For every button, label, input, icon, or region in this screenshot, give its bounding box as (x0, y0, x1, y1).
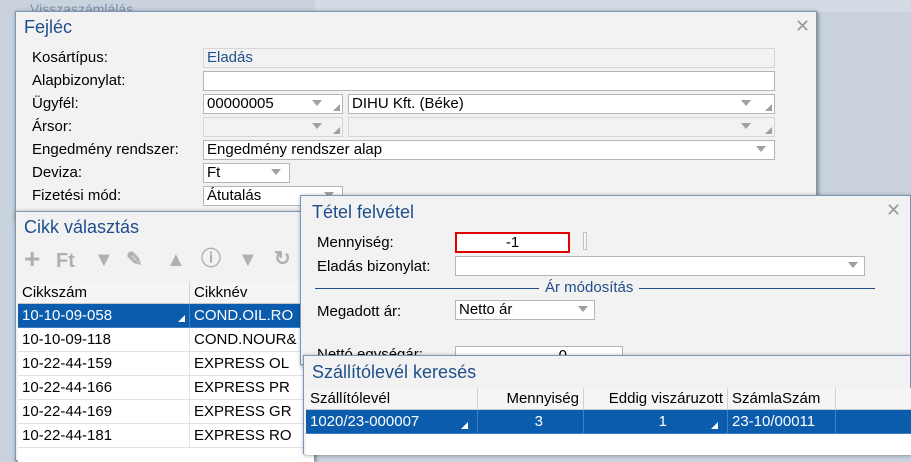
arsor-label: Ársor: (32, 118, 73, 135)
szamlaszam-cell: 23-10/00011 (728, 410, 836, 434)
chevron-down-icon[interactable] (848, 262, 858, 268)
filter-list-icon[interactable]: ▼ (94, 250, 114, 270)
cikkszam-cell: 10-10-09-118 (18, 328, 190, 352)
cikknev-cell: COND.OIL.RO (190, 304, 314, 328)
table-row[interactable]: 10-22-44-181 EXPRESS RO (18, 424, 314, 448)
filter-icon[interactable]: ▼ (238, 250, 258, 270)
column-header-extra[interactable] (836, 388, 911, 410)
table-row[interactable]: 10-10-09-058 COND.OIL.RO (18, 304, 314, 328)
arsor-code-field[interactable] (203, 117, 343, 137)
table-row[interactable]: 10-22-44-166 EXPRESS PR (18, 376, 314, 400)
cikknev-cell: COND.NOUR& (190, 328, 314, 352)
chevron-down-icon[interactable] (741, 100, 751, 106)
resize-grip-icon (333, 104, 340, 111)
szallito-panel: Szállítólevél keresés Szállítólevél Menn… (303, 355, 911, 455)
mennyiseg-cell: 3 (478, 410, 584, 434)
resize-grip-icon (461, 422, 468, 429)
cikkszam-cell: 10-22-44-159 (18, 352, 190, 376)
column-header-szamlaszam[interactable]: SzámlaSzám (728, 388, 836, 410)
resize-grip-icon (765, 104, 772, 111)
cikk-table: Cikkszám Cikknév 10-10-09-058 COND.OIL.R… (18, 282, 314, 462)
ugyfel-label: Ügyfél: (32, 95, 79, 112)
spin-handle[interactable] (583, 232, 587, 250)
arsor-name-field[interactable] (348, 117, 775, 137)
resize-grip-icon (178, 315, 185, 322)
cikk-panel: Cikk választás + Ft ▼ ✎ ▲ ⓘ ▼ ↻ Cikkszám… (15, 211, 315, 462)
eddig-viszaruzott-cell: 1 (584, 410, 728, 434)
chevron-down-icon[interactable] (312, 100, 322, 106)
chevron-down-icon[interactable] (741, 123, 751, 129)
fejlec-panel: Fejléc ✕ Kosártípus: Eladás Alapbizonyla… (15, 11, 817, 221)
chevron-down-icon[interactable] (756, 146, 766, 152)
column-header-cikknev[interactable]: Cikknév (190, 282, 314, 304)
fizetesi-value: Átutalás (207, 187, 262, 204)
cikk-title: Cikk választás (24, 217, 140, 237)
engedmeny-select[interactable]: Engedmény rendszer alap (203, 140, 775, 160)
table-row[interactable]: 10-22-44-169 EXPRESS GR (18, 400, 314, 424)
info-icon[interactable]: ⓘ (201, 249, 221, 269)
ugyfel-code-field[interactable]: 00000005 (203, 94, 343, 114)
kosartipus-label: Kosártípus: (32, 49, 108, 66)
tools-icon[interactable]: ✎ (126, 250, 143, 270)
price-icon[interactable]: Ft (56, 251, 75, 271)
chevron-down-icon[interactable] (312, 123, 322, 129)
ugyfel-name-value: DIHU Kft. (Béke) (352, 95, 464, 112)
resize-grip-icon (765, 127, 772, 134)
extra-cell (836, 410, 911, 434)
alapbizonylat-field[interactable] (203, 71, 775, 91)
mennyiseg-label: Mennyiség: (317, 234, 394, 251)
chevron-down-icon[interactable] (578, 306, 588, 312)
eladas-bizonylat-select[interactable] (455, 256, 865, 276)
megadott-ar-label: Megadott ár: (317, 303, 402, 320)
table-row[interactable]: 10-22-44-159 EXPRESS OL (18, 352, 314, 376)
szallitolevel-cell: 1020/23-000007 (306, 410, 478, 434)
szallito-table: Szállítólevél Mennyiség Eddig viszáruzot… (306, 388, 911, 455)
cikknev-cell: EXPRESS GR (190, 400, 314, 424)
cikknev-cell: EXPRESS PR (190, 376, 314, 400)
cikknev-cell: EXPRESS RO (190, 424, 314, 448)
ugyfel-name-field[interactable]: DIHU Kft. (Béke) (348, 94, 775, 114)
fejlec-title: Fejléc (24, 17, 73, 37)
ar-modositas-heading: Ár módosítás (539, 279, 640, 296)
close-icon[interactable]: ✕ (795, 17, 810, 35)
table-row[interactable]: 1020/23-000007 3 1 23-10/00011 (306, 410, 911, 434)
cikkszam-cell: 10-22-44-181 (18, 424, 190, 448)
fizetesi-label: Fizetési mód: (32, 187, 122, 204)
deviza-select[interactable]: Ft (203, 163, 290, 183)
chevron-down-icon[interactable] (271, 169, 281, 175)
move-up-icon[interactable]: ▲ (166, 250, 186, 270)
table-row[interactable]: 10-10-09-118 COND.NOUR& (18, 328, 314, 352)
column-header-eddig-viszaruzott[interactable]: Eddig viszáruzott (584, 388, 728, 410)
engedmeny-label: Engedmény rendszer: (32, 141, 179, 158)
megadott-ar-value: Netto ár (459, 301, 513, 318)
engedmeny-value: Engedmény rendszer alap (207, 141, 383, 158)
resize-grip-icon (711, 422, 718, 429)
szallito-title: Szállítólevél keresés (312, 362, 477, 382)
column-header-mennyiseg[interactable]: Mennyiség (478, 388, 584, 410)
refresh-icon[interactable]: ↻ (274, 249, 291, 269)
deviza-value: Ft (207, 164, 221, 181)
column-header-cikkszam[interactable]: Cikkszám (18, 282, 190, 304)
close-icon[interactable]: ✕ (886, 201, 901, 219)
cikkszam-cell: 10-22-44-166 (18, 376, 190, 400)
tetel-panel: Tétel felvétel ✕ Mennyiség: -1 Eladás bi… (300, 195, 911, 366)
tetel-title: Tétel felvétel (312, 202, 415, 222)
add-icon[interactable]: + (24, 245, 40, 273)
resize-grip-icon (333, 127, 340, 134)
mennyiseg-input[interactable]: -1 (455, 232, 570, 253)
cikknev-cell: EXPRESS OL (190, 352, 314, 376)
kosartipus-field: Eladás (203, 48, 775, 68)
column-header-szallitolevel[interactable]: Szállítólevél (306, 388, 478, 410)
deviza-label: Deviza: (32, 164, 83, 181)
ugyfel-code-value: 00000005 (207, 95, 274, 112)
eladas-bizonylat-label: Eladás bizonylat: (317, 258, 431, 275)
cikkszam-cell: 10-22-44-169 (18, 400, 190, 424)
cikkszam-cell: 10-10-09-058 (18, 304, 190, 328)
alapbizonylat-label: Alapbizonylat: (32, 72, 126, 89)
megadott-ar-select[interactable]: Netto ár (455, 300, 595, 320)
